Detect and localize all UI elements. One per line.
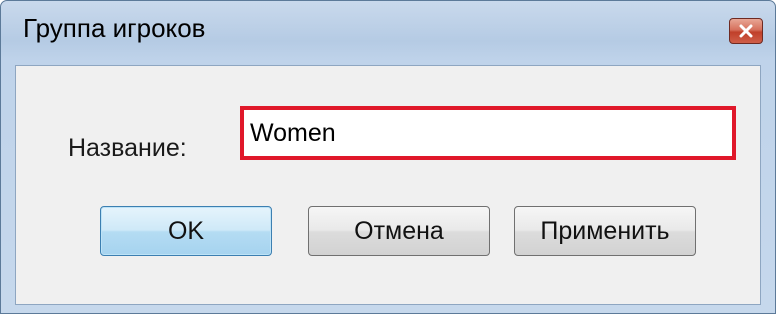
apply-button[interactable]: Применить — [514, 206, 696, 256]
name-field-highlight — [240, 106, 736, 160]
close-button[interactable] — [729, 18, 763, 44]
dialog-window: Группа игроков Название: OK Отмена Приме… — [0, 0, 776, 314]
dialog-client-area: Название: OK Отмена Применить — [15, 65, 761, 305]
name-input[interactable] — [250, 115, 726, 151]
close-x-icon — [739, 24, 753, 38]
cancel-button[interactable]: Отмена — [308, 206, 490, 256]
window-title: Группа игроков — [23, 13, 206, 43]
ok-button[interactable]: OK — [100, 206, 272, 256]
name-label: Название: — [68, 134, 187, 162]
title-bar[interactable]: Группа игроков — [1, 1, 775, 61]
